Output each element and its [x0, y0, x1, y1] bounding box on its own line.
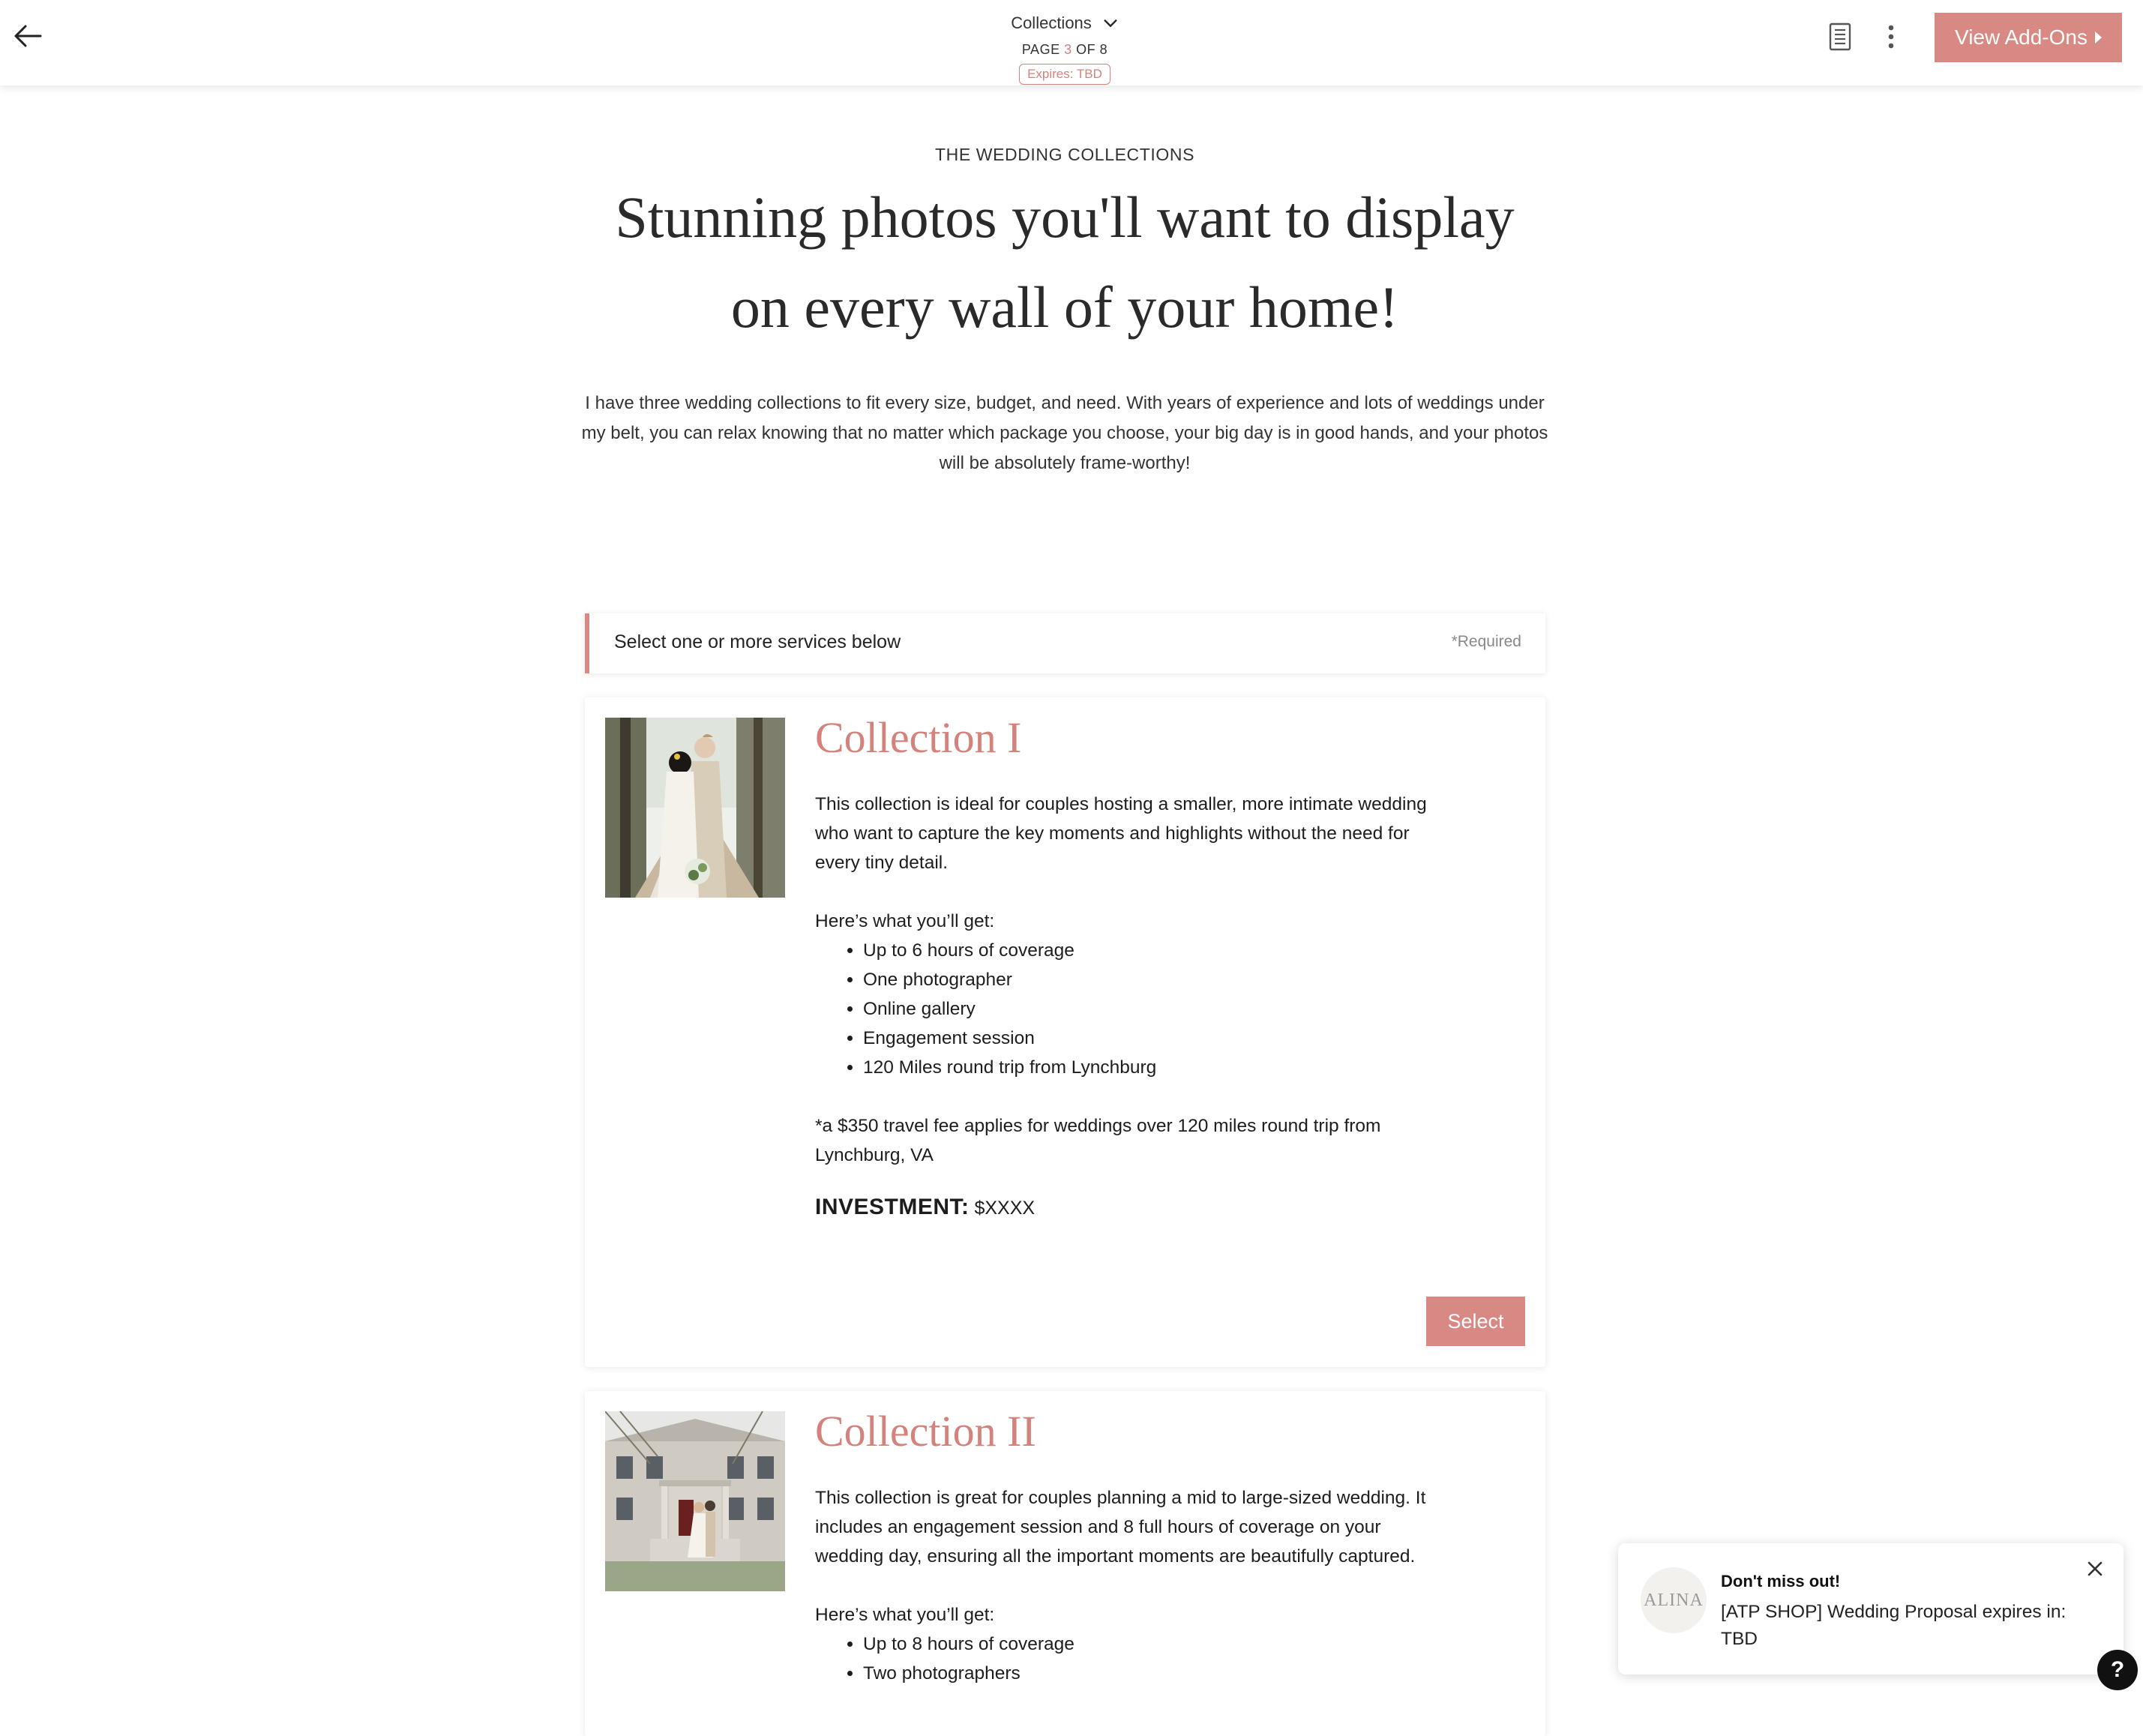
- list-item: One photographer: [863, 965, 1437, 994]
- select-button[interactable]: Select: [1426, 1297, 1525, 1346]
- caret-right-icon: [2094, 31, 2102, 43]
- toast-message: [ATP SHOP] Wedding Proposal expires in: …: [1721, 1602, 2067, 1649]
- list-item: Two photographers: [863, 1659, 1437, 1688]
- selection-instructions: Select one or more services below: [614, 631, 901, 652]
- section-title: Collections: [1011, 13, 1092, 32]
- collection-title: Collection I: [815, 713, 1022, 762]
- back-arrow-icon[interactable]: [10, 18, 46, 54]
- collection-photo: [605, 718, 785, 898]
- selection-notice: Select one or more services below *Requi…: [585, 613, 1545, 673]
- required-label: *Required: [1451, 633, 1521, 650]
- brand-logo: ALINA: [1641, 1567, 1707, 1633]
- help-button[interactable]: ?: [2097, 1650, 2138, 1690]
- expiry-toast: ALINA Don't miss out! [ATP SHOP] Wedding…: [1618, 1543, 2124, 1675]
- includes-intro: Here’s what you’ll get:: [815, 1605, 995, 1625]
- investment-line: INVESTMENT: $XXXX: [815, 1192, 1437, 1223]
- expires-badge: Expires: TBD: [1019, 64, 1110, 85]
- collection-card: Collection II This collection is great f…: [585, 1391, 1545, 1736]
- collection-description: This collection is great for couples pla…: [815, 1488, 1426, 1567]
- investment-value: $XXXX: [969, 1198, 1036, 1219]
- intro-paragraph: I have three wedding collections to fit …: [581, 393, 1548, 473]
- includes-intro: Here’s what you’ll get:: [815, 911, 995, 931]
- page-navigator: Collections PAGE 3 OF 8 Expires: TBD: [937, 13, 1192, 85]
- page-headline: Stunning photos you'll want to display o…: [615, 184, 1515, 340]
- section-dropdown[interactable]: Collections: [1011, 13, 1119, 33]
- toast-title: Don't miss out!: [1721, 1572, 1841, 1591]
- list-item: 120 Miles round trip from Lynchburg: [863, 1053, 1437, 1082]
- includes-list: Up to 6 hours of coverage One photograph…: [815, 936, 1437, 1082]
- list-item: Up to 8 hours of coverage: [863, 1630, 1437, 1659]
- more-options-icon[interactable]: [1881, 22, 1902, 51]
- chevron-down-icon: [1104, 19, 1117, 28]
- top-navigation-bar: Collections PAGE 3 OF 8 Expires: TBD Vie…: [0, 0, 2143, 85]
- list-item: Up to 6 hours of coverage: [863, 936, 1437, 965]
- section-eyebrow: THE WEDDING COLLECTIONS: [934, 145, 1195, 164]
- close-icon[interactable]: [2083, 1557, 2107, 1581]
- document-icon[interactable]: [1827, 22, 1854, 52]
- page-indicator: PAGE 3 OF 8: [1021, 42, 1108, 57]
- includes-list: Up to 8 hours of coverage Two photograph…: [815, 1630, 1437, 1688]
- travel-fee-note: *a $350 travel fee applies for weddings …: [815, 1116, 1381, 1165]
- collection-card: Collection I This collection is ideal fo…: [585, 697, 1545, 1367]
- collection-body: This collection is great for couples pla…: [815, 1483, 1437, 1688]
- list-item: Engagement session: [863, 1024, 1437, 1053]
- investment-label: INVESTMENT:: [815, 1195, 970, 1219]
- view-add-ons-button[interactable]: View Add-Ons: [1935, 13, 2122, 62]
- collection-body: This collection is ideal for couples hos…: [815, 790, 1437, 1223]
- collection-description: This collection is ideal for couples hos…: [815, 794, 1427, 873]
- collection-photo: [605, 1411, 785, 1591]
- list-item: Online gallery: [863, 994, 1437, 1024]
- collection-title: Collection II: [815, 1407, 1036, 1456]
